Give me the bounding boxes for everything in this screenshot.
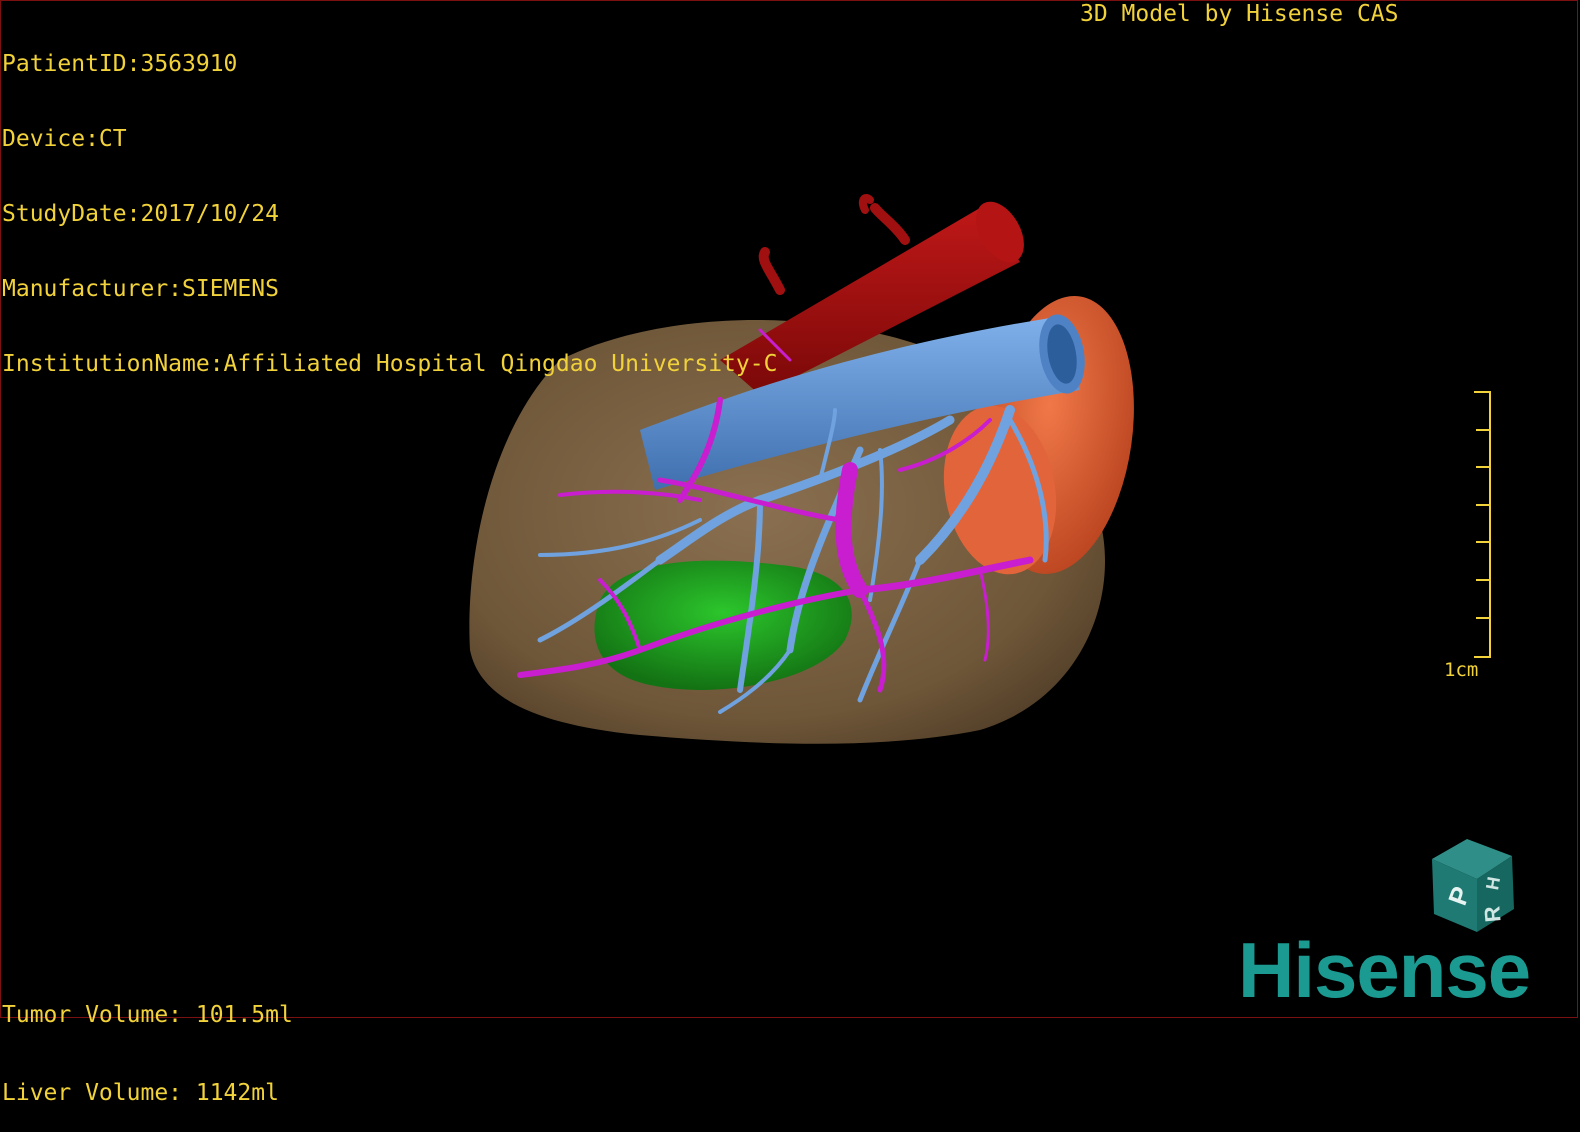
device-text: Device:CT	[2, 126, 127, 152]
tumor-volume-text: Tumor Volume: 101.5ml	[2, 1002, 293, 1028]
manufacturer-text: Manufacturer:SIEMENS	[2, 276, 279, 302]
cube-face-r: R	[1479, 905, 1505, 923]
orientation-cube-icon[interactable]: P H R	[1422, 834, 1522, 934]
volume-readout: Tumor Volume: 101.5ml Liver Volume: 1142…	[2, 950, 293, 1132]
liver-volume-text: Liver Volume: 1142ml	[2, 1080, 279, 1106]
model-brand-title: 3D Model by Hisense CAS	[1080, 1, 1399, 27]
scale-bar	[1474, 391, 1491, 658]
institution-text: InstitutionName:Affiliated Hospital Qing…	[2, 351, 778, 377]
study-date-text: StudyDate:2017/10/24	[2, 201, 279, 227]
scale-bar-label: 1cm	[1444, 659, 1479, 681]
patient-id-text: PatientID:3563910	[2, 51, 238, 77]
hisense-logo: Hisense	[1238, 926, 1531, 1014]
dicom-info-overlay: PatientID:3563910 Device:CT StudyDate:20…	[2, 2, 777, 402]
